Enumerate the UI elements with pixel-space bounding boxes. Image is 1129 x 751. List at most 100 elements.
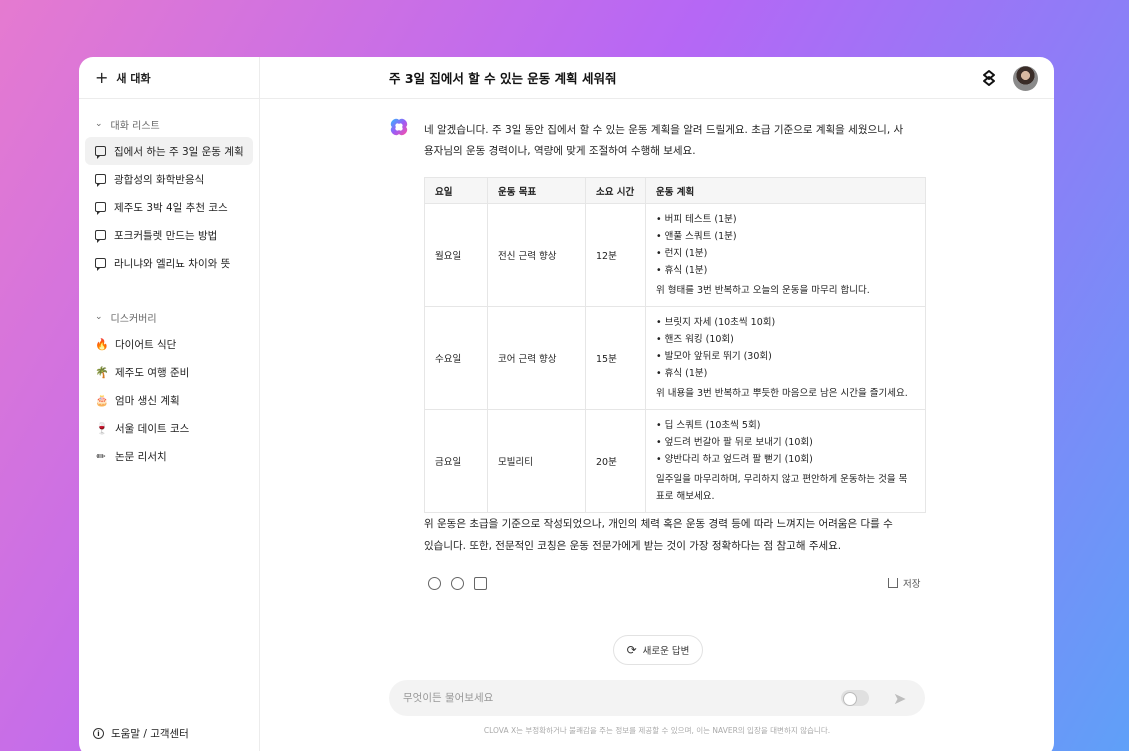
skill-toggle[interactable] xyxy=(841,690,869,706)
conversation-item[interactable]: 제주도 3박 4일 추천 코스 xyxy=(85,193,253,221)
conversation-item[interactable]: 집에서 하는 주 3일 운동 계획 xyxy=(85,137,253,165)
plan-item: 엎드려 번갈아 팔 뒤로 보내기 (10회) xyxy=(656,434,915,451)
table-row: 금요일 모빌리티 20분 딥 스쿼트 (10초씩 5회) 엎드려 번갈아 팔 뒤… xyxy=(424,409,926,513)
new-chat-label: 새 대화 xyxy=(116,71,151,85)
discovery-label: 엄마 생신 계획 xyxy=(115,394,180,407)
discovery-header: 디스커버리 xyxy=(110,313,157,325)
plan-item: 브릿지 자세 (10초씩 10회) xyxy=(656,314,915,331)
table-row: 수요일 코어 근력 향상 15분 브릿지 자세 (10초씩 10회) 핸즈 워킹… xyxy=(424,306,926,410)
goal-cell: 전신 근력 향상 xyxy=(487,203,586,307)
bookmark-icon xyxy=(888,578,898,588)
plan-item: 버피 테스트 (1분) xyxy=(656,211,915,228)
fire-icon: 🔥 xyxy=(95,337,109,351)
new-chat-button[interactable]: + 새 대화 xyxy=(79,57,259,99)
answer-actions xyxy=(428,577,487,590)
frown-icon[interactable] xyxy=(451,577,464,590)
prompt-input[interactable] xyxy=(403,692,823,704)
sidebar: + 새 대화 ⌄ 대화 리스트 집에서 하는 주 3일 운동 계획 광합성의 화… xyxy=(79,57,260,751)
help-link[interactable]: i 도움말 / 고객센터 xyxy=(93,726,189,741)
plan-note: 일주일을 마무리하며, 무리하지 않고 편안하게 운동하는 것을 목표로 해보세… xyxy=(656,474,908,502)
cake-icon: 🎂 xyxy=(95,393,109,407)
answer-outro: 위 운동은 초급을 기준으로 작성되었으나, 개인의 체력 혹은 운동 경력 등… xyxy=(424,518,893,552)
help-label: 도움말 / 고객센터 xyxy=(111,728,189,740)
clova-logo-icon[interactable] xyxy=(980,69,998,87)
palm-tree-icon: 🌴 xyxy=(95,365,109,379)
clova-x-bot-icon xyxy=(390,118,408,136)
discovery-item-research[interactable]: ✏ 논문 리서치 xyxy=(85,442,253,470)
column-header: 소요 시간 xyxy=(585,177,646,204)
discovery-label: 제주도 여행 준비 xyxy=(115,366,190,379)
plan-item: 양반다리 하고 엎드려 팔 뻗기 (10회) xyxy=(656,451,915,468)
conversation-label: 집에서 하는 주 3일 운동 계획 xyxy=(114,145,244,158)
discovery-item-diet[interactable]: 🔥 다이어트 식단 xyxy=(85,330,253,358)
plan-note: 위 내용을 3번 반복하고 뿌듯한 마음으로 남은 시간을 즐기세요. xyxy=(656,388,908,399)
plan-item: 런지 (1분) xyxy=(656,245,915,262)
table-row: 월요일 전신 근력 향상 12분 버피 테스트 (1분) 앤풀 스쿼트 (1분)… xyxy=(424,203,926,307)
conversation-label: 포크커틀렛 만드는 방법 xyxy=(114,229,218,242)
save-button[interactable]: 저장 xyxy=(888,576,920,590)
day-cell: 수요일 xyxy=(424,306,488,410)
conversations-header: 대화 리스트 xyxy=(110,120,160,132)
chat-bubble-icon xyxy=(95,202,106,215)
top-bar: 주 3일 집에서 할 수 있는 운동 계획 세워줘 xyxy=(260,57,1054,99)
discovery-item-date[interactable]: 🍷 서울 데이트 코스 xyxy=(85,414,253,442)
chat-bubble-icon xyxy=(95,230,106,243)
discovery-item-birthday[interactable]: 🎂 엄마 생신 계획 xyxy=(85,386,253,414)
goal-cell: 모빌리티 xyxy=(487,409,586,513)
prompt-input-container: ➤ xyxy=(389,680,925,716)
conversation-item[interactable]: 라니냐와 엘리뇨 차이와 뜻 xyxy=(85,249,253,277)
workout-plan-table: 요일 운동 목표 소요 시간 운동 계획 월요일 전신 근력 향상 12분 버피… xyxy=(424,177,926,513)
plus-icon: + xyxy=(95,67,109,87)
plan-cell: 딥 스쿼트 (10초씩 5회) 엎드려 번갈아 팔 뒤로 보내기 (10회) 양… xyxy=(645,409,926,513)
conversation-item[interactable]: 포크커틀렛 만드는 방법 xyxy=(85,221,253,249)
send-icon[interactable]: ➤ xyxy=(893,689,906,708)
time-cell: 15분 xyxy=(585,306,646,410)
conversations-section-toggle[interactable]: ⌄ 대화 리스트 xyxy=(79,116,259,132)
save-label: 저장 xyxy=(903,579,921,590)
plan-cell: 버피 테스트 (1분) 앤풀 스쿼트 (1분) 런지 (1분) 휴식 (1분) … xyxy=(645,203,926,307)
plan-item: 딥 스쿼트 (10초씩 5회) xyxy=(656,417,915,434)
avatar[interactable] xyxy=(1013,66,1038,91)
app-window: + 새 대화 ⌄ 대화 리스트 집에서 하는 주 3일 운동 계획 광합성의 화… xyxy=(79,57,1054,751)
plan-item: 앤풀 스쿼트 (1분) xyxy=(656,228,915,245)
goal-cell: 코어 근력 향상 xyxy=(487,306,586,410)
column-header: 운동 계획 xyxy=(645,177,926,204)
plan-item: 휴식 (1분) xyxy=(656,262,915,279)
discovery-item-jeju[interactable]: 🌴 제주도 여행 준비 xyxy=(85,358,253,386)
pencil-icon: ✏ xyxy=(96,449,106,463)
chat-main: 주 3일 집에서 할 수 있는 운동 계획 세워줘 네 알겠습니다. 주 3일 … xyxy=(260,57,1054,751)
chat-bubble-icon xyxy=(95,174,106,187)
page-title: 주 3일 집에서 할 수 있는 운동 계획 세워줘 xyxy=(389,71,617,86)
discovery-label: 다이어트 식단 xyxy=(115,338,177,351)
discovery-list: 🔥 다이어트 식단 🌴 제주도 여행 준비 🎂 엄마 생신 계획 🍷 서울 데이… xyxy=(79,330,259,470)
smile-icon[interactable] xyxy=(428,577,441,590)
day-cell: 금요일 xyxy=(424,409,488,513)
conversation-label: 라니냐와 엘리뇨 차이와 뜻 xyxy=(114,257,231,270)
plan-item: 휴식 (1분) xyxy=(656,365,915,382)
column-header: 요일 xyxy=(424,177,488,204)
chevron-down-icon: ⌄ xyxy=(95,119,103,129)
discovery-section-toggle[interactable]: ⌄ 디스커버리 xyxy=(79,309,259,325)
discovery-label: 논문 리서치 xyxy=(115,450,167,463)
column-header: 운동 목표 xyxy=(487,177,586,204)
plan-note: 위 형태를 3번 반복하고 오늘의 운동을 마무리 합니다. xyxy=(656,285,870,296)
plan-item: 핸즈 워킹 (10회) xyxy=(656,331,915,348)
conversation-label: 제주도 3박 4일 추천 코스 xyxy=(114,201,228,214)
conversation-list: 집에서 하는 주 3일 운동 계획 광합성의 화학반응식 제주도 3박 4일 추… xyxy=(79,137,259,277)
table-header-row: 요일 운동 목표 소요 시간 운동 계획 xyxy=(424,177,926,204)
refresh-icon: ⟳ xyxy=(626,643,637,657)
wine-glass-icon: 🍷 xyxy=(95,421,109,435)
answer-intro: 네 알겠습니다. 주 3일 동안 집에서 할 수 있는 운동 계획을 알려 드릴… xyxy=(424,124,904,157)
conversation-label: 광합성의 화학반응식 xyxy=(114,173,205,186)
copy-icon[interactable] xyxy=(474,577,487,590)
conversation-item[interactable]: 광합성의 화학반응식 xyxy=(85,165,253,193)
info-icon: i xyxy=(93,728,104,739)
plan-item: 발모아 앞뒤로 뛰기 (30회) xyxy=(656,348,915,365)
day-cell: 월요일 xyxy=(424,203,488,307)
plan-cell: 브릿지 자세 (10초씩 10회) 핸즈 워킹 (10회) 발모아 앞뒤로 뛰기… xyxy=(645,306,926,410)
time-cell: 12분 xyxy=(585,203,646,307)
regenerate-label: 새로운 답변 xyxy=(642,646,690,657)
time-cell: 20분 xyxy=(585,409,646,513)
discovery-label: 서울 데이트 코스 xyxy=(115,422,190,435)
regenerate-button[interactable]: ⟳ 새로운 답변 xyxy=(613,635,703,665)
